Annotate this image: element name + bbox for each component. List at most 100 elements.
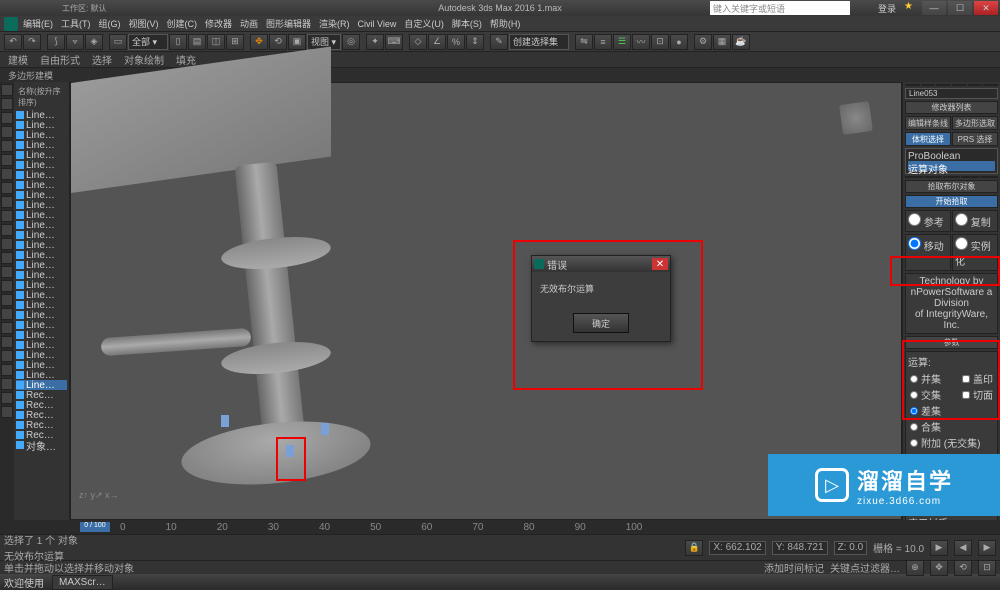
- menu-help[interactable]: 帮助(H): [487, 17, 524, 30]
- menu-group[interactable]: 组(G): [96, 17, 124, 30]
- stack-btn-prs[interactable]: PRS 选择: [952, 132, 998, 146]
- tool-icon[interactable]: [1, 196, 13, 208]
- viewcube[interactable]: [831, 93, 881, 143]
- scale-button[interactable]: ▣: [288, 34, 306, 50]
- tool-icon[interactable]: [1, 266, 13, 278]
- scene-item[interactable]: Line…: [16, 180, 67, 190]
- minimize-button[interactable]: —: [922, 1, 946, 15]
- scene-item[interactable]: 对象…: [16, 440, 67, 450]
- op-attach[interactable]: 附加 (无交集): [910, 435, 993, 450]
- scene-item[interactable]: Line…: [16, 350, 67, 360]
- stack-btn-volselect[interactable]: 体积选择: [905, 132, 951, 146]
- rotate-button[interactable]: ⟲: [269, 34, 287, 50]
- opt-copy[interactable]: 复制: [955, 218, 991, 229]
- scene-item[interactable]: Line…: [16, 280, 67, 290]
- select-region-button[interactable]: ◫: [207, 34, 225, 50]
- scene-item[interactable]: Line…: [16, 360, 67, 370]
- stack-tool-btn[interactable]: [924, 176, 942, 178]
- scene-item[interactable]: Line…: [16, 130, 67, 140]
- tool-icon[interactable]: [1, 252, 13, 264]
- op-subtract[interactable]: 差集: [910, 403, 993, 418]
- app-icon[interactable]: [4, 17, 18, 31]
- tool-icon[interactable]: [1, 350, 13, 362]
- scene-item[interactable]: Rec…: [16, 400, 67, 410]
- modifier-list-dropdown[interactable]: 修改器列表: [905, 101, 998, 114]
- time-marker[interactable]: 0 / 100: [80, 522, 110, 532]
- scene-item[interactable]: Rec…: [16, 410, 67, 420]
- modify-tab[interactable]: [921, 84, 936, 86]
- prev-frame-button[interactable]: ◀: [954, 540, 972, 556]
- start-pick-button[interactable]: 开始拾取: [905, 195, 998, 208]
- percent-snap-button[interactable]: %: [447, 34, 465, 50]
- window-crossing-button[interactable]: ⊞: [226, 34, 244, 50]
- scene-item[interactable]: Rec…: [16, 420, 67, 430]
- align-button[interactable]: ≡: [594, 34, 612, 50]
- scene-item[interactable]: Line…: [16, 320, 67, 330]
- named-sel-edit-button[interactable]: ✎: [490, 34, 508, 50]
- menu-edit[interactable]: 编辑(E): [20, 17, 56, 30]
- select-name-button[interactable]: ▤: [188, 34, 206, 50]
- tool-icon[interactable]: [1, 392, 13, 404]
- angle-snap-button[interactable]: ∠: [428, 34, 446, 50]
- filter-dropdown[interactable]: 全部 ▾: [128, 34, 168, 50]
- ribbon-paint[interactable]: 对象绘制: [124, 52, 164, 67]
- tool-icon[interactable]: [1, 210, 13, 222]
- create-tab[interactable]: [905, 84, 920, 86]
- hierarchy-tab[interactable]: [936, 84, 951, 86]
- scene-item[interactable]: Rec…: [16, 390, 67, 400]
- tool-icon[interactable]: [1, 238, 13, 250]
- tool-icon[interactable]: [1, 112, 13, 124]
- layers-button[interactable]: ☰: [613, 34, 631, 50]
- stack-item-selected[interactable]: 运算对象: [908, 161, 995, 171]
- tool-icon[interactable]: [1, 224, 13, 236]
- help-search-input[interactable]: 键入关键字或短语: [710, 1, 850, 15]
- lock-icon[interactable]: 🔒: [685, 540, 703, 556]
- scene-item[interactable]: Line…: [16, 200, 67, 210]
- tool-icon[interactable]: [1, 182, 13, 194]
- opt-reference[interactable]: 参考: [908, 218, 944, 229]
- dialog-ok-button[interactable]: 确定: [573, 313, 629, 333]
- time-slider[interactable]: 0 / 100 0102030405060708090100: [0, 520, 1000, 534]
- tool-icon[interactable]: [1, 126, 13, 138]
- manip-button[interactable]: ✦: [366, 34, 384, 50]
- scene-item[interactable]: Line…: [16, 160, 67, 170]
- scene-item[interactable]: Line…: [16, 290, 67, 300]
- render-button[interactable]: ☕: [732, 34, 750, 50]
- menu-tools[interactable]: 工具(T): [58, 17, 94, 30]
- menu-civilview[interactable]: Civil View: [355, 19, 400, 29]
- scene-item[interactable]: Line…: [16, 370, 67, 380]
- scene-item[interactable]: Line…: [16, 110, 67, 120]
- tool-icon[interactable]: [1, 308, 13, 320]
- stack-tool-btn[interactable]: [980, 176, 998, 178]
- render-setup-button[interactable]: ⚙: [694, 34, 712, 50]
- scene-item[interactable]: Line…: [16, 250, 67, 260]
- scene-item[interactable]: Line…: [16, 210, 67, 220]
- tool-icon[interactable]: [1, 140, 13, 152]
- addtime-link[interactable]: 添加时间标记: [764, 560, 824, 575]
- op-imprint[interactable]: 盖印: [962, 371, 993, 386]
- ribbon-modeling[interactable]: 建模: [8, 52, 28, 67]
- tab-polyselect[interactable]: 多边形选取: [952, 116, 998, 130]
- play-button[interactable]: ▶: [930, 540, 948, 556]
- scene-item[interactable]: Line…: [16, 120, 67, 130]
- nav-icon[interactable]: ✥: [930, 560, 948, 576]
- menu-view[interactable]: 视图(V): [126, 17, 162, 30]
- redo-button[interactable]: ↷: [23, 34, 41, 50]
- coord-z[interactable]: Z: 0.0: [834, 541, 868, 555]
- tool-icon[interactable]: [1, 98, 13, 110]
- scene-item[interactable]: Line…: [16, 240, 67, 250]
- tool-icon[interactable]: [1, 280, 13, 292]
- scene-item[interactable]: Line…: [16, 260, 67, 270]
- scene-item[interactable]: Line…: [16, 270, 67, 280]
- stack-tool-btn[interactable]: [943, 176, 961, 178]
- maxscript-tab[interactable]: MAXScr…: [52, 575, 113, 590]
- nav-icon[interactable]: ⊕: [906, 560, 924, 576]
- tool-icon[interactable]: [1, 168, 13, 180]
- link-button[interactable]: ⟆: [47, 34, 65, 50]
- tool-icon[interactable]: [1, 364, 13, 376]
- scene-item[interactable]: Line…: [16, 230, 67, 240]
- undo-button[interactable]: ↶: [4, 34, 22, 50]
- tool-icon[interactable]: [1, 84, 13, 96]
- scene-item[interactable]: Line…: [16, 170, 67, 180]
- snap-button[interactable]: ◇: [409, 34, 427, 50]
